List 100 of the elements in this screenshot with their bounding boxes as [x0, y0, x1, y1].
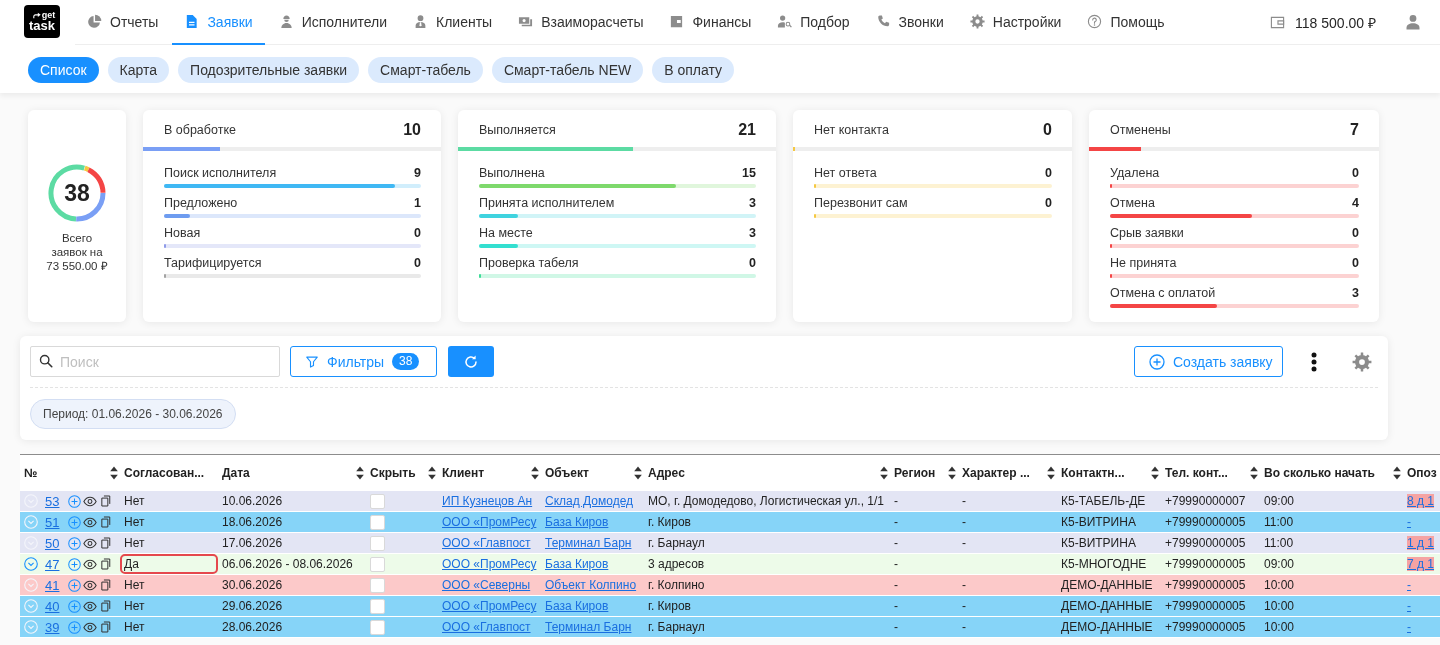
table-link[interactable]: - [1407, 578, 1411, 592]
phone-icon [875, 14, 891, 29]
logo-text: get [41, 11, 56, 20]
status-count: 15 [742, 166, 756, 180]
sort-icon[interactable] [880, 466, 888, 480]
table-link[interactable]: 7 д 1 [1407, 557, 1435, 571]
status-count: 21 [738, 121, 756, 139]
nav-tab[interactable]: Исполнители [266, 0, 400, 45]
wallet-icon[interactable] [1270, 14, 1286, 30]
client-link[interactable]: ООО «ПромРесу [442, 599, 537, 613]
object-link[interactable]: Склад Домодед [545, 494, 634, 508]
row-checkbox[interactable] [370, 493, 385, 509]
client-link[interactable]: ООО «Северны [442, 578, 531, 592]
order-link[interactable]: 53 [45, 493, 62, 509]
eye-icon[interactable] [83, 600, 97, 612]
order-link[interactable]: 40 [45, 598, 62, 614]
copy-icon[interactable] [101, 600, 111, 612]
row-checkbox[interactable] [370, 535, 385, 551]
eye-icon[interactable] [83, 516, 97, 528]
sort-icon[interactable] [1393, 466, 1401, 480]
nav-tab[interactable]: Заявки [172, 0, 265, 45]
sort-icon[interactable] [948, 466, 956, 480]
object-link[interactable]: Объект Колпино [545, 578, 637, 592]
table-cell: +79990000007 [1165, 494, 1246, 508]
nav-tab[interactable]: Клиенты [401, 0, 505, 45]
object-link[interactable]: Терминал Барн [545, 536, 632, 550]
eye-icon[interactable] [83, 579, 97, 591]
row-checkbox[interactable] [370, 598, 385, 614]
settings-icon[interactable] [1352, 351, 1372, 372]
view-tab[interactable]: Карта [107, 57, 170, 83]
copy-icon[interactable] [101, 579, 111, 591]
table-cell: 10:00 [1264, 599, 1295, 613]
order-link[interactable]: 50 [45, 535, 62, 551]
filter-button[interactable]: Фильтры 38 [290, 346, 437, 377]
client-link[interactable]: ИП Кузнецов Ан [442, 494, 533, 508]
help-icon [1087, 14, 1103, 29]
row-checkbox[interactable] [370, 619, 385, 635]
table-link[interactable]: 1 д 1 [1407, 536, 1435, 550]
table-cell: К5-ТАБЕЛЬ-ДЕ [1061, 494, 1146, 508]
nav-tab[interactable]: Звонки [863, 0, 956, 45]
client-link[interactable]: ООО «Главпост [442, 620, 531, 634]
order-link[interactable]: 51 [45, 514, 62, 530]
view-tab[interactable]: В оплату [652, 57, 734, 83]
table-cell: - [962, 599, 966, 613]
create-button[interactable]: Создать заявку [1134, 346, 1283, 377]
nav-tab[interactable]: Настройки [957, 0, 1074, 45]
eye-icon[interactable] [83, 495, 97, 507]
table-cell: г. Колпино [648, 578, 705, 592]
sort-icon[interactable] [1250, 466, 1258, 480]
sort-icon[interactable] [428, 466, 436, 480]
client-link[interactable]: ООО «ПромРесу [442, 557, 537, 571]
table-link[interactable]: - [1407, 620, 1411, 634]
view-tab[interactable]: Подозрительные заявки [178, 57, 360, 83]
object-link[interactable]: База Киров [545, 599, 609, 613]
sort-icon[interactable] [110, 466, 118, 480]
sort-icon[interactable] [356, 466, 364, 480]
search-field[interactable]: Поиск [30, 346, 280, 377]
order-link[interactable]: 47 [45, 556, 62, 572]
table-link[interactable]: 8 д 1 [1407, 494, 1435, 508]
view-tab[interactable]: Смарт-табель [368, 57, 483, 83]
copy-icon[interactable] [101, 516, 111, 528]
table-link[interactable]: - [1407, 599, 1411, 613]
sort-icon[interactable] [531, 466, 539, 480]
object-link[interactable]: Терминал Барн [545, 620, 632, 634]
eye-icon[interactable] [83, 558, 97, 570]
client-link[interactable]: ООО «Главпост [442, 536, 531, 550]
table-link[interactable]: - [1407, 515, 1411, 529]
nav-tab[interactable]: Помощь [1075, 0, 1177, 45]
view-tab[interactable]: Смарт-табель NEW [491, 57, 644, 83]
copy-icon[interactable] [101, 495, 111, 507]
period-chip[interactable]: Период: 01.06.2026 - 30.06.2026 [30, 399, 236, 429]
sort-icon[interactable] [634, 466, 642, 480]
order-link[interactable]: 41 [45, 577, 62, 593]
client-link[interactable]: ООО «ПромРесу [442, 515, 537, 529]
row-checkbox[interactable] [370, 577, 385, 593]
more-icon[interactable] [1311, 351, 1317, 372]
object-link[interactable]: База Киров [545, 557, 609, 571]
refresh-button[interactable] [448, 346, 494, 377]
user-icon[interactable] [1405, 14, 1421, 30]
table-cell: К5-ВИТРИНА [1061, 515, 1136, 529]
copy-icon[interactable] [101, 558, 111, 570]
eye-icon[interactable] [83, 537, 97, 549]
nav-tab[interactable]: Финансы [657, 0, 764, 45]
logo-text: task [29, 19, 55, 32]
eye-icon[interactable] [83, 621, 97, 633]
sort-icon[interactable] [1047, 466, 1055, 480]
object-link[interactable]: База Киров [545, 515, 609, 529]
expand-icon[interactable] [24, 557, 38, 571]
nav-tab[interactable]: Взаиморасчеты [506, 0, 656, 45]
copy-icon[interactable] [101, 621, 111, 633]
row-checkbox[interactable] [370, 556, 385, 572]
sort-icon[interactable] [1151, 466, 1159, 480]
nav-tab[interactable]: Отчеты [75, 0, 171, 45]
copy-icon[interactable] [101, 537, 111, 549]
column-header: Во сколько начать [1264, 466, 1375, 480]
view-tab[interactable]: Список [28, 57, 99, 83]
logo[interactable]: get task [24, 5, 60, 38]
nav-tab[interactable]: Подбор [765, 0, 862, 45]
order-link[interactable]: 39 [45, 619, 62, 635]
row-checkbox[interactable] [370, 514, 385, 530]
